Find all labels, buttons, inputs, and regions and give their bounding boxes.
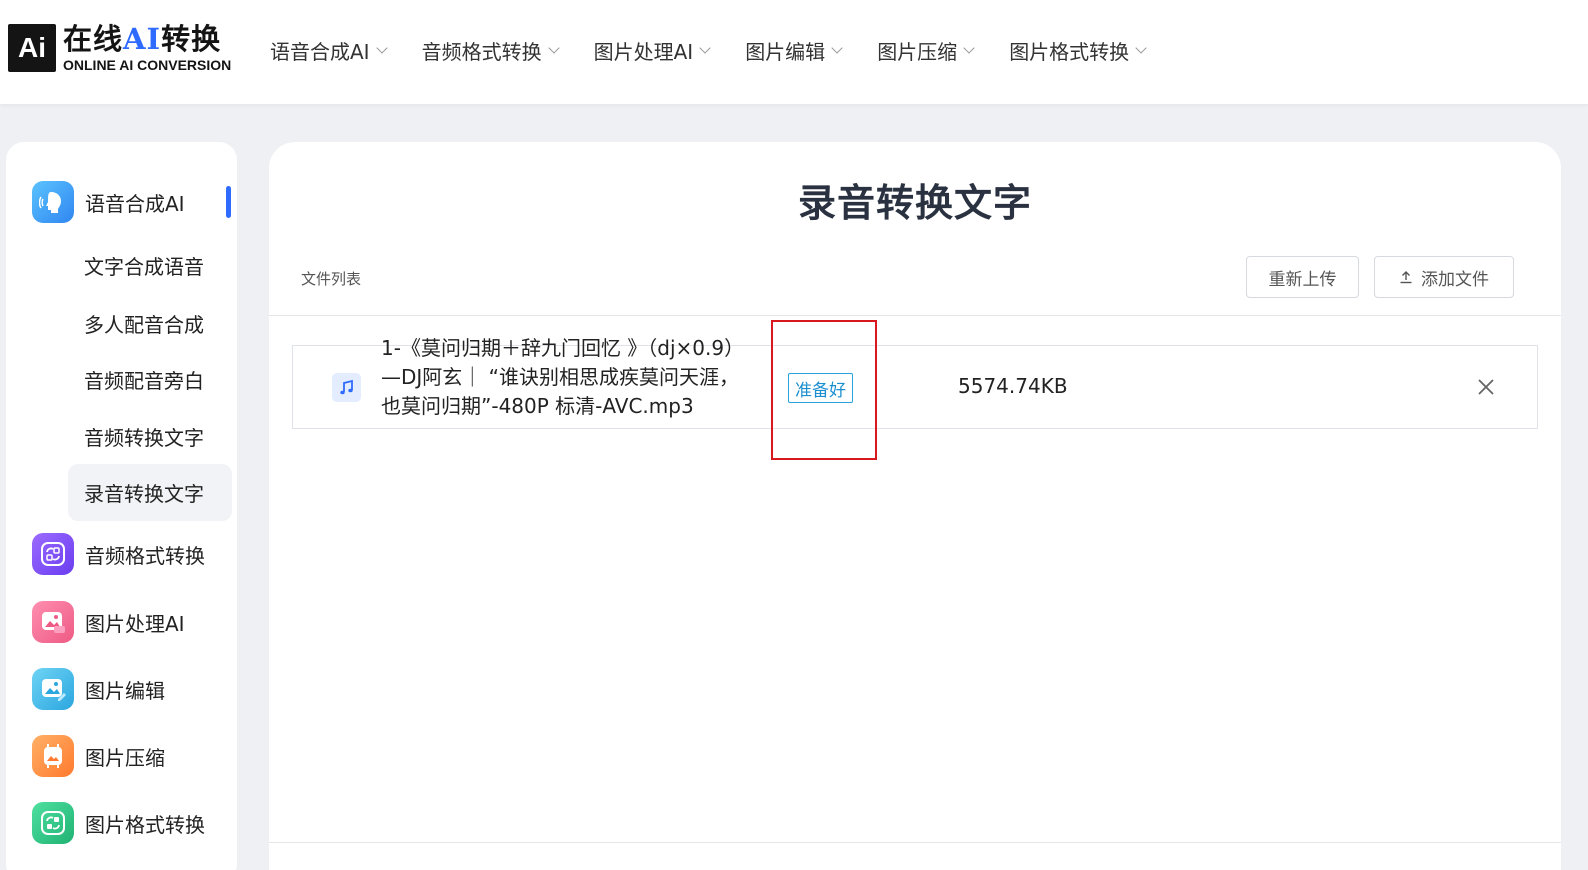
nav-label: 图片压缩: [877, 40, 958, 64]
reupload-label: 重新上传: [1268, 269, 1337, 290]
nav-image-convert[interactable]: 图片格式转换: [1009, 36, 1147, 65]
upload-icon: [1400, 271, 1412, 284]
status-highlight-box: [771, 320, 877, 460]
chevron-down-icon: [547, 41, 560, 54]
sidebar-item-label: 图片编辑: [85, 678, 165, 703]
sidebar-sub-multi-voice[interactable]: 多人配音合成: [84, 309, 204, 338]
nav-label: 音频格式转换: [421, 40, 542, 64]
sidebar-item-voice-synthesis[interactable]: 语音合成AI: [32, 181, 185, 223]
nav-label: 语音合成AI: [270, 40, 370, 64]
divider: [269, 842, 1561, 843]
sidebar-sub-text-to-speech[interactable]: 文字合成语音: [84, 251, 204, 280]
voice-synthesis-icon: [32, 181, 74, 223]
sidebar-sub-audio-to-text[interactable]: 音频转换文字: [84, 422, 204, 451]
table-row: 1-《莫问归期＋辞九门回忆 》（dj×0.9）—DJ阿玄｜ “谁诀别相思成疾莫问…: [292, 336, 1538, 429]
sidebar-item-label: 图片格式转换: [85, 812, 205, 837]
logo-title: 在线AI转换: [63, 23, 231, 55]
remove-file-button[interactable]: [1474, 375, 1498, 399]
sidebar-item-label: 图片压缩: [85, 745, 165, 770]
nav-image-compress[interactable]: 图片压缩: [877, 36, 975, 65]
divider: [269, 315, 1561, 316]
main-panel: 录音转换文字 文件列表 重新上传 添加文件 1-《莫问归期＋辞九门回忆 》（dj…: [269, 142, 1561, 870]
image-convert-icon: [32, 802, 74, 844]
file-size: 5574.74KB: [958, 374, 1068, 398]
sidebar-item-image-edit[interactable]: 图片编辑: [32, 668, 165, 710]
logo-title-prefix: 在线: [63, 22, 124, 56]
sidebar-item-image-ai[interactable]: 图片处理AI: [32, 601, 185, 643]
logo-title-ai: AI: [123, 22, 162, 56]
nav-label: 图片编辑: [745, 40, 826, 64]
reupload-button[interactable]: 重新上传: [1246, 256, 1359, 298]
add-file-label: 添加文件: [1421, 269, 1489, 290]
active-section-indicator: [226, 186, 231, 218]
sidebar-sub-recording-to-text[interactable]: 录音转换文字: [68, 464, 232, 521]
sidebar: 语音合成AI 文字合成语音 多人配音合成 音频配音旁白 音频转换文字 录音转换文…: [6, 142, 237, 870]
top-header: Ai 在线AI转换 ONLINE AI CONVERSION 语音合成AI 音频…: [0, 0, 1588, 104]
add-file-button[interactable]: 添加文件: [1374, 256, 1514, 298]
nav-audio-convert[interactable]: 音频格式转换: [421, 36, 560, 65]
image-compress-icon: [32, 735, 74, 777]
file-name: 1-《莫问归期＋辞九门回忆 》（dj×0.9）—DJ阿玄｜ “谁诀别相思成疾莫问…: [381, 336, 745, 418]
audio-convert-icon: [32, 533, 74, 575]
nav-label: 图片处理AI: [593, 40, 694, 64]
close-icon: [1478, 379, 1494, 395]
page-title: 录音转换文字: [797, 181, 1032, 225]
music-note-icon: [332, 373, 361, 402]
logo-mark: Ai: [8, 24, 56, 72]
image-edit-icon: [32, 668, 74, 710]
sidebar-item-image-convert[interactable]: 图片格式转换: [32, 802, 205, 844]
image-ai-icon: [32, 601, 74, 643]
sidebar-item-label: 音频格式转换: [85, 543, 205, 568]
sidebar-sub-label: 录音转换文字: [84, 482, 204, 506]
sidebar-item-label: 语音合成AI: [85, 191, 185, 216]
site-logo[interactable]: Ai 在线AI转换 ONLINE AI CONVERSION: [8, 22, 231, 74]
top-nav: 语音合成AI 音频格式转换 图片处理AI 图片编辑 图片压缩 图片格式转换: [270, 36, 1181, 65]
chevron-down-icon: [375, 41, 388, 54]
nav-image-ai[interactable]: 图片处理AI: [593, 36, 711, 65]
logo-title-suffix: 转换: [161, 22, 222, 56]
sidebar-sub-audio-narration[interactable]: 音频配音旁白: [84, 365, 204, 394]
chevron-down-icon: [831, 41, 843, 54]
logo-text: 在线AI转换 ONLINE AI CONVERSION: [63, 23, 231, 73]
file-list-label: 文件列表: [301, 270, 362, 288]
sidebar-item-audio-convert[interactable]: 音频格式转换: [32, 533, 205, 575]
logo-subtitle: ONLINE AI CONVERSION: [63, 57, 232, 73]
sidebar-item-label: 图片处理AI: [85, 611, 185, 636]
nav-label: 图片格式转换: [1009, 40, 1130, 64]
nav-image-edit[interactable]: 图片编辑: [745, 36, 843, 65]
chevron-down-icon: [963, 41, 975, 54]
chevron-down-icon: [1135, 41, 1147, 54]
sidebar-item-image-compress[interactable]: 图片压缩: [32, 735, 165, 777]
nav-voice-synthesis[interactable]: 语音合成AI: [270, 36, 388, 65]
chevron-down-icon: [699, 41, 711, 54]
